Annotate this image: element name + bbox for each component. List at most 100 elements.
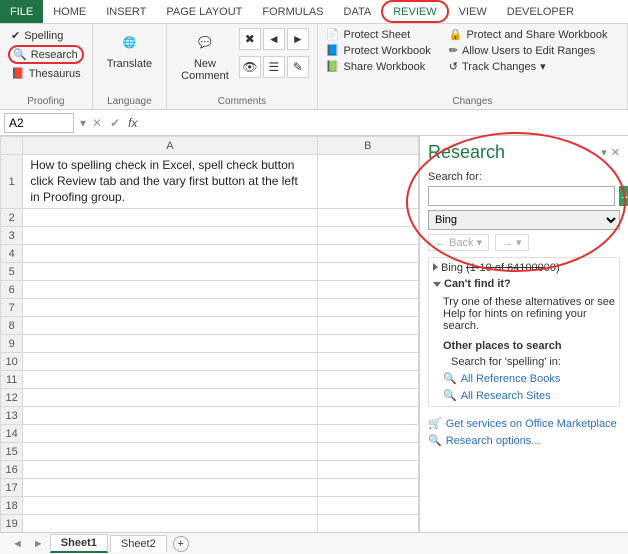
row-header-17[interactable]: 17 bbox=[1, 479, 23, 497]
tab-pagelayout[interactable]: PAGE LAYOUT bbox=[156, 0, 252, 23]
protect-workbook-label: Protect Workbook bbox=[344, 45, 431, 57]
spelling-button[interactable]: ✔ Spelling bbox=[8, 28, 84, 43]
row-header-10[interactable]: 10 bbox=[1, 353, 23, 371]
row-header-7[interactable]: 7 bbox=[1, 299, 23, 317]
cancel-icon[interactable]: ✕ bbox=[92, 116, 102, 130]
row-header-13[interactable]: 13 bbox=[1, 407, 23, 425]
sheet-tab-1[interactable]: Sheet1 bbox=[50, 534, 108, 553]
row-header-15[interactable]: 15 bbox=[1, 443, 23, 461]
tab-file[interactable]: FILE bbox=[0, 0, 43, 23]
cant-find-line[interactable]: Can't find it? bbox=[433, 278, 615, 290]
worksheet[interactable]: A B 1 How to spelling check in Excel, sp… bbox=[0, 136, 420, 532]
protect-share-button[interactable]: 🔒Protect and Share Workbook bbox=[449, 28, 608, 41]
row-header-14[interactable]: 14 bbox=[1, 425, 23, 443]
sheet-nav-next[interactable]: ► bbox=[29, 538, 48, 550]
triangle-down-icon bbox=[433, 282, 441, 287]
share-workbook-button[interactable]: 📗Share Workbook bbox=[326, 60, 431, 73]
row-header-4[interactable]: 4 bbox=[1, 245, 23, 263]
row-header-9[interactable]: 9 bbox=[1, 335, 23, 353]
show-comment-button[interactable]: 👁 bbox=[239, 56, 261, 78]
tab-data[interactable]: DATA bbox=[334, 0, 382, 23]
result-bing-line[interactable]: Bing (1-10 of 64100000) bbox=[433, 262, 615, 274]
next-comment-button[interactable]: ► bbox=[287, 28, 309, 50]
tab-developer[interactable]: DEVELOPER bbox=[497, 0, 584, 23]
translate-label: Translate bbox=[107, 58, 152, 70]
sheet-tab-2[interactable]: Sheet2 bbox=[110, 535, 167, 552]
track-changes-button[interactable]: ↺Track Changes ▾ bbox=[449, 60, 608, 73]
research-button[interactable]: 🔍 Research bbox=[8, 45, 84, 64]
enter-icon[interactable]: ✔ bbox=[110, 116, 120, 130]
allow-edit-button[interactable]: ✏ Allow Users to Edit Ranges bbox=[449, 44, 608, 57]
research-label: Research bbox=[31, 49, 78, 61]
select-all[interactable] bbox=[1, 137, 23, 155]
prev-comment-button[interactable]: ◄ bbox=[263, 28, 285, 50]
allow-edit-icon: ✏ bbox=[449, 44, 458, 57]
protect-workbook-button[interactable]: 📘Protect Workbook bbox=[326, 44, 431, 57]
row-header-3[interactable]: 3 bbox=[1, 227, 23, 245]
add-sheet-button[interactable]: + bbox=[173, 536, 189, 552]
row-header-12[interactable]: 12 bbox=[1, 389, 23, 407]
all-reference-link[interactable]: 🔍All Reference Books bbox=[443, 372, 615, 385]
all-research-link[interactable]: 🔍All Research Sites bbox=[443, 389, 615, 402]
row-header-19[interactable]: 19 bbox=[1, 515, 23, 533]
row-header-18[interactable]: 18 bbox=[1, 497, 23, 515]
show-ink-button[interactable]: ✎ bbox=[287, 56, 309, 78]
chevron-down-icon: ▾ bbox=[476, 236, 482, 249]
cell-a2[interactable] bbox=[23, 209, 317, 227]
show-all-button[interactable]: ☰ bbox=[263, 56, 285, 78]
row-header-6[interactable]: 6 bbox=[1, 281, 23, 299]
sheet-tab-bar: ◄ ► Sheet1 Sheet2 + bbox=[0, 532, 628, 554]
group-proofing: ✔ Spelling 🔍 Research 📕 Thesaurus Proofi… bbox=[0, 24, 93, 109]
arrow-right-icon: → bbox=[502, 237, 513, 249]
row-header-16[interactable]: 16 bbox=[1, 461, 23, 479]
formula-input[interactable] bbox=[144, 115, 625, 130]
tab-home[interactable]: HOME bbox=[43, 0, 96, 23]
tab-formulas[interactable]: FORMULAS bbox=[252, 0, 333, 23]
back-button[interactable]: ←Back ▾ bbox=[428, 234, 489, 251]
cell-b2[interactable] bbox=[317, 209, 418, 227]
protect-sheet-button[interactable]: 📄Protect Sheet bbox=[326, 28, 431, 41]
protect-share-label: Protect and Share Workbook bbox=[466, 29, 607, 41]
source-select[interactable]: Bing bbox=[428, 210, 620, 230]
name-box-dropdown-icon[interactable]: ▾ bbox=[80, 116, 86, 130]
col-header-a[interactable]: A bbox=[23, 137, 317, 155]
thesaurus-button[interactable]: 📕 Thesaurus bbox=[8, 66, 84, 81]
forward-button[interactable]: → ▾ bbox=[495, 234, 529, 251]
row-header-1[interactable]: 1 bbox=[1, 155, 23, 209]
col-header-b[interactable]: B bbox=[317, 137, 418, 155]
pane-dropdown-icon[interactable]: ▾ bbox=[601, 146, 607, 159]
comment-icon: 💬 bbox=[191, 28, 219, 56]
search-input[interactable] bbox=[428, 186, 615, 206]
changes-group-label: Changes bbox=[326, 96, 619, 107]
research-options-link[interactable]: 🔍Research options... bbox=[428, 434, 620, 447]
get-services-link[interactable]: 🛒Get services on Office Marketplace bbox=[428, 417, 620, 430]
tab-insert[interactable]: INSERT bbox=[96, 0, 156, 23]
tab-view[interactable]: VIEW bbox=[449, 0, 497, 23]
proofing-group-label: Proofing bbox=[8, 96, 84, 107]
fx-icon[interactable]: fx bbox=[128, 116, 137, 130]
translate-icon: 🌐 bbox=[115, 28, 143, 56]
share-workbook-label: Share Workbook bbox=[344, 61, 426, 73]
pane-close-icon[interactable]: ✕ bbox=[611, 146, 620, 159]
translate-button[interactable]: 🌐 Translate bbox=[101, 28, 158, 70]
sheet-nav-prev[interactable]: ◄ bbox=[8, 538, 27, 550]
name-box[interactable] bbox=[4, 113, 74, 133]
arrow-right-icon: → bbox=[619, 190, 628, 202]
dropdown-icon: ▾ bbox=[540, 60, 546, 73]
row-header-5[interactable]: 5 bbox=[1, 263, 23, 281]
grid[interactable]: A B 1 How to spelling check in Excel, sp… bbox=[0, 136, 419, 532]
row-header-8[interactable]: 8 bbox=[1, 317, 23, 335]
ribbon-tabs: FILE HOME INSERT PAGE LAYOUT FORMULAS DA… bbox=[0, 0, 628, 24]
row-header-2[interactable]: 2 bbox=[1, 209, 23, 227]
cell-a1[interactable]: How to spelling check in Excel, spell ch… bbox=[26, 155, 313, 208]
go-button[interactable]: → bbox=[619, 186, 628, 206]
row-header-11[interactable]: 11 bbox=[1, 371, 23, 389]
new-comment-button[interactable]: 💬 New Comment bbox=[175, 28, 235, 82]
group-language: 🌐 Translate Language bbox=[93, 24, 167, 109]
allow-edit-label: Allow Users to Edit Ranges bbox=[462, 45, 595, 57]
cell-b1[interactable] bbox=[317, 155, 418, 209]
delete-comment-button[interactable]: ✖ bbox=[239, 28, 261, 50]
spelling-label: Spelling bbox=[24, 30, 63, 42]
tab-review[interactable]: REVIEW bbox=[381, 0, 448, 23]
workspace: A B 1 How to spelling check in Excel, sp… bbox=[0, 136, 628, 532]
